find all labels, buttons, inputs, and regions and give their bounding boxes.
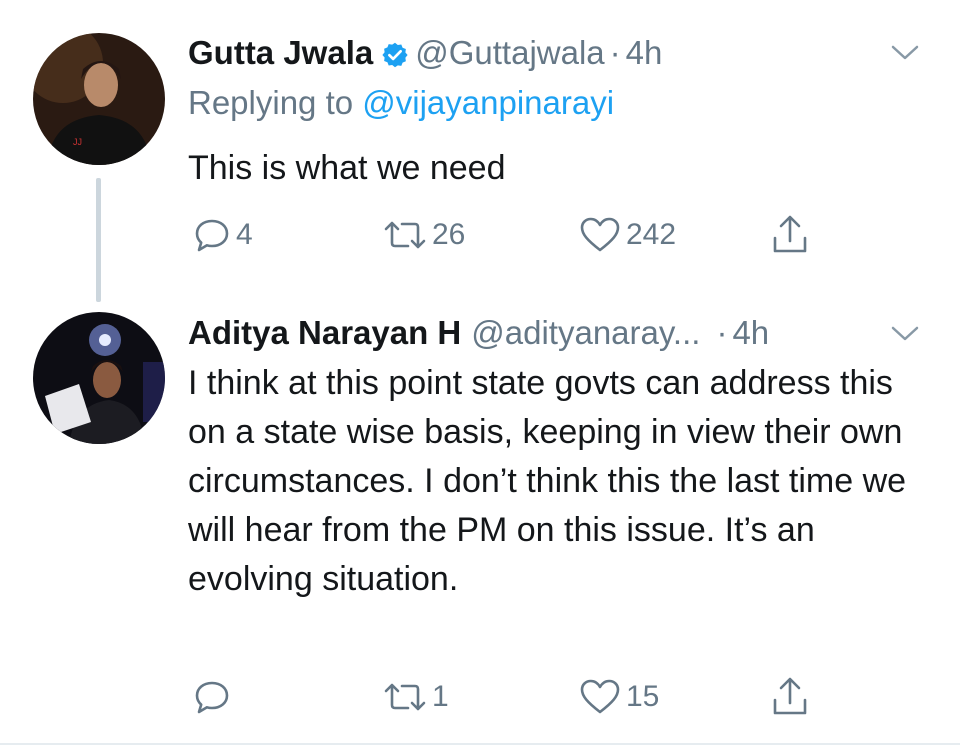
like-count: 242 [626,218,677,251]
chevron-down-icon[interactable] [890,44,920,67]
reply-button[interactable] [188,674,236,720]
share-icon [770,675,810,719]
chevron-down-icon[interactable] [890,325,920,348]
reply-button[interactable]: 4 [188,212,253,258]
username[interactable]: @Guttajwala [415,34,604,71]
reply-icon [192,677,232,717]
display-name[interactable]: Aditya Narayan H [188,314,461,351]
reply-count: 4 [236,218,253,251]
retweet-icon [382,215,428,255]
separator-dot: · [609,34,621,71]
retweet-button[interactable]: 1 [378,674,449,720]
tweet-actions: 4 26 242 [188,212,828,258]
tweet-actions: 1 15 [188,674,828,720]
heart-icon [578,215,622,255]
verified-badge-icon [381,38,409,78]
share-button[interactable] [766,212,810,258]
tweet-text: I think at this point state govts can ad… [188,364,907,598]
share-icon [770,213,810,257]
like-button[interactable]: 15 [574,674,659,720]
reply-icon [192,215,232,255]
svg-text:JJ: JJ [73,137,82,147]
separator-dot: · [716,314,728,351]
replying-to-handle-link[interactable]: @vijayanpinarayi [362,84,614,121]
share-button[interactable] [766,674,810,720]
like-button[interactable]: 242 [574,212,676,258]
avatar[interactable]: JJ [33,33,165,165]
display-name[interactable]: Gutta Jwala [188,34,373,71]
username[interactable]: @adityanaray... [471,314,700,351]
heart-icon [578,677,622,717]
retweet-count: 26 [432,218,466,251]
tweet-text: This is what we need [188,149,506,187]
replying-to-line: Replying to @vijayanpinarayi [188,84,614,122]
like-count: 15 [626,680,660,713]
avatar[interactable] [33,312,165,444]
retweet-icon [382,677,428,717]
tweet-header: Aditya Narayan H @adityanaray... · 4h [188,313,769,353]
retweet-count: 1 [432,680,449,713]
thread-connector-line [96,178,101,302]
timestamp[interactable]: 4h [732,314,769,351]
replying-to-prefix: Replying to [188,84,363,121]
tweet-header: Gutta Jwala @Guttajwala · 4h [188,33,662,78]
timestamp[interactable]: 4h [626,34,663,71]
retweet-button[interactable]: 26 [378,212,465,258]
